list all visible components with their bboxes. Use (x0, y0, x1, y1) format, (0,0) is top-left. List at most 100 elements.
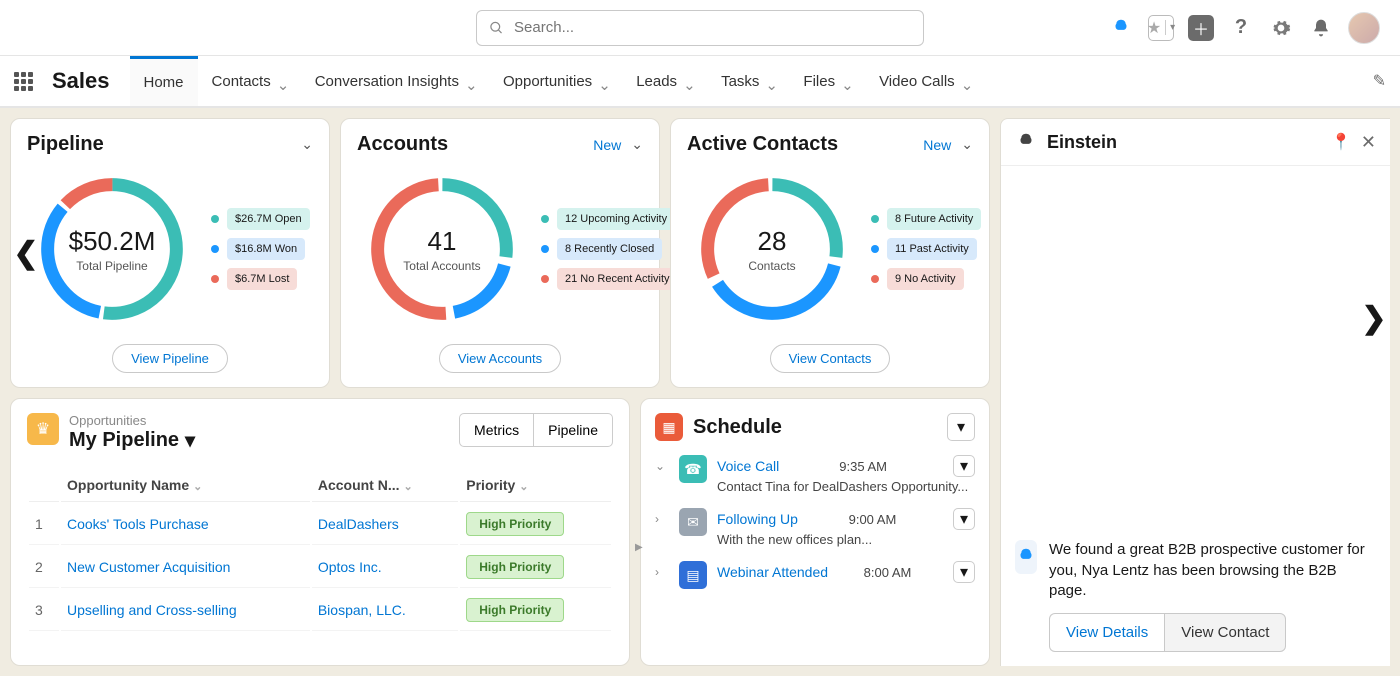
schedule-item[interactable]: ›▤Webinar Attended8:00 AM▾ (655, 561, 975, 589)
view-segment: Metrics Pipeline (459, 413, 613, 447)
view-contact-button[interactable]: View Contact (1164, 613, 1286, 652)
view-contacts-button[interactable]: View Contacts (770, 344, 891, 373)
schedule-card: ▶ ▦ Schedule ▾ ⌄☎Voice Call9:35 AM▾Conta… (640, 398, 990, 666)
einstein-title: Einstein (1047, 132, 1117, 153)
search-input[interactable] (514, 19, 911, 36)
table-row[interactable]: 2New Customer AcquisitionOptos Inc.High … (29, 547, 611, 588)
legend-item: 11 Past Activity (871, 238, 981, 260)
schedule-item-menu[interactable]: ▾ (953, 561, 975, 583)
tab-tasks[interactable]: Tasks⌄ (707, 56, 789, 106)
global-search[interactable] (476, 10, 924, 46)
col-opportunity-name[interactable]: Opportunity Name⌄ (61, 469, 310, 502)
help-icon[interactable]: ? (1228, 15, 1254, 41)
summary-cards-row: ❮ Pipeline ⌄ $50.2MTotal Pipeline (10, 118, 990, 388)
einstein-avatar-icon (1015, 540, 1037, 574)
schedule-item-title[interactable]: Voice Call (717, 458, 779, 474)
carousel-prev[interactable]: ❮ (6, 233, 46, 273)
table-row[interactable]: 1Cooks' Tools PurchaseDealDashersHigh Pr… (29, 504, 611, 545)
table-row[interactable]: 3Upselling and Cross-sellingBiospan, LLC… (29, 590, 611, 631)
legend-item: 8 Recently Closed (541, 238, 678, 260)
contacts-total-label: Contacts (748, 259, 795, 273)
carousel-next[interactable]: ❯ (1354, 298, 1394, 338)
account-link[interactable]: Optos Inc. (318, 559, 382, 575)
chevron-down-icon[interactable]: ⌄ (683, 76, 693, 86)
app-launcher-icon[interactable] (14, 72, 36, 91)
opportunities-card: ♛ Opportunities My Pipeline ▾ Metrics Pi… (10, 398, 630, 666)
schedule-item-time: 9:00 AM (849, 512, 897, 527)
legend-label: 8 Recently Closed (557, 238, 662, 260)
opportunity-link[interactable]: Upselling and Cross-selling (67, 602, 237, 618)
einstein-icon[interactable] (1108, 15, 1134, 41)
tab-files[interactable]: Files⌄ (789, 56, 865, 106)
chevron-down-icon[interactable]: ⌄ (301, 136, 313, 153)
close-icon[interactable]: ✕ (1361, 132, 1376, 153)
contacts-total: 28 (758, 226, 787, 257)
chevron-down-icon[interactable]: ⌄ (765, 76, 775, 86)
legend-item: $26.7M Open (211, 208, 310, 230)
search-icon (489, 20, 504, 36)
tab-conversation-insights[interactable]: Conversation Insights⌄ (301, 56, 489, 106)
tab-opportunities[interactable]: Opportunities⌄ (489, 56, 622, 106)
chevron-down-icon[interactable]: ⌄ (961, 136, 973, 153)
card-title: Active Contacts (687, 133, 838, 156)
chevron-down-icon[interactable]: ⌄ (277, 76, 287, 86)
calendar-icon: ▦ (655, 413, 683, 441)
legend-label: 11 Past Activity (887, 238, 977, 260)
view-accounts-button[interactable]: View Accounts (439, 344, 561, 373)
favorites-button[interactable]: ★▾ (1148, 15, 1174, 41)
tab-video-calls[interactable]: Video Calls⌄ (865, 56, 985, 106)
schedule-item-icon: ☎ (679, 455, 707, 483)
pipeline-view-title[interactable]: My Pipeline (69, 429, 179, 452)
account-link[interactable]: Biospan, LLC. (318, 602, 406, 618)
new-contact-link[interactable]: New (923, 137, 951, 153)
edit-nav-icon[interactable]: ✎ (1373, 71, 1386, 91)
expand-icon[interactable]: ⌄ (655, 459, 669, 473)
expand-icon[interactable]: › (655, 512, 669, 526)
chevron-down-icon[interactable]: ⌄ (465, 76, 475, 86)
schedule-item-menu[interactable]: ▾ (953, 455, 975, 477)
view-details-button[interactable]: View Details (1049, 613, 1164, 652)
pin-icon[interactable]: 📍 (1331, 132, 1351, 152)
setup-gear-icon[interactable] (1268, 15, 1294, 41)
schedule-item-title[interactable]: Following Up (717, 511, 798, 527)
legend-dot (211, 245, 219, 253)
opportunity-link[interactable]: Cooks' Tools Purchase (67, 516, 209, 532)
legend-dot (871, 245, 879, 253)
schedule-item-desc: Contact Tina for DealDashers Opportunity… (717, 479, 975, 494)
tab-leads[interactable]: Leads⌄ (622, 56, 707, 106)
chevron-down-icon[interactable]: ⌄ (961, 76, 971, 86)
schedule-menu[interactable]: ▾ (947, 413, 975, 441)
schedule-item[interactable]: ⌄ ☎ Voice Call 9:35 AM ▾ Contact Tina for Dea… (655, 455, 975, 494)
legend-item: $16.8M Won (211, 238, 310, 260)
create-button[interactable]: ＋ (1188, 15, 1214, 41)
col-account-name[interactable]: Account N...⌄ (312, 469, 458, 502)
legend-dot (871, 275, 879, 283)
view-pipeline-button[interactable]: View Pipeline (112, 344, 228, 373)
card-title: Accounts (357, 133, 448, 156)
global-header: ★▾ ＋ ? (0, 0, 1400, 56)
col-priority[interactable]: Priority⌄ (460, 469, 611, 502)
legend-label: $6.7M Lost (227, 268, 297, 290)
panel-collapser[interactable]: ▶ (635, 532, 645, 562)
user-avatar[interactable] (1348, 12, 1380, 44)
tab-contacts[interactable]: Contacts⌄ (198, 56, 301, 106)
opportunity-link[interactable]: New Customer Acquisition (67, 559, 230, 575)
chevron-down-icon[interactable]: ⌄ (598, 76, 608, 86)
seg-pipeline[interactable]: Pipeline (533, 413, 613, 447)
schedule-item-title[interactable]: Webinar Attended (717, 564, 828, 580)
notifications-icon[interactable] (1308, 15, 1334, 41)
schedule-item-icon: ✉ (679, 508, 707, 536)
new-account-link[interactable]: New (593, 137, 621, 153)
tab-home[interactable]: Home (130, 56, 198, 106)
chevron-down-icon[interactable]: ⌄ (841, 76, 851, 86)
chevron-down-icon[interactable]: ⌄ (631, 136, 643, 153)
schedule-item-time: 9:35 AM (839, 459, 887, 474)
expand-icon[interactable]: › (655, 565, 669, 579)
schedule-item[interactable]: ›✉Following Up9:00 AM▾With the new offic… (655, 508, 975, 547)
dropdown-caret-icon[interactable]: ▾ (185, 428, 195, 453)
account-link[interactable]: DealDashers (318, 516, 399, 532)
priority-badge: High Priority (466, 555, 564, 579)
schedule-item-icon: ▤ (679, 561, 707, 589)
schedule-item-menu[interactable]: ▾ (953, 508, 975, 530)
seg-metrics[interactable]: Metrics (459, 413, 533, 447)
